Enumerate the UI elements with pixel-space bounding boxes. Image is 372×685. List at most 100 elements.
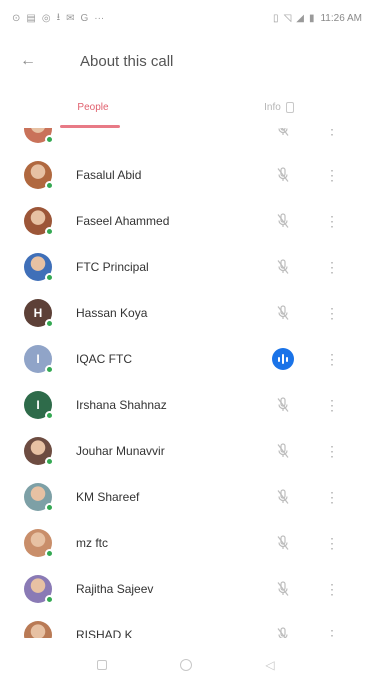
tab-info-label: Info — [264, 101, 281, 113]
more-options-icon[interactable]: ⋮ — [322, 439, 342, 463]
more-options-icon[interactable]: ⋮ — [322, 577, 342, 601]
presence-dot — [45, 319, 54, 328]
google-icon: G — [80, 12, 89, 24]
participant-name: KM Shareef — [76, 490, 140, 504]
presence-dot — [45, 503, 54, 512]
system-nav-bar: ◁ — [0, 645, 372, 685]
avatar: H — [24, 299, 54, 328]
signal-icon: ◢ — [296, 12, 304, 24]
presence-dot — [45, 227, 54, 236]
audio-level-bar — [278, 356, 280, 362]
participant-list: ⋮ Fasalul Abid ⋮ Faseel Ahammed ⋮ FTC Princip… — [0, 128, 372, 638]
more-options-icon[interactable]: ⋮ — [322, 163, 342, 187]
more-options-icon[interactable]: ⋮ — [322, 301, 342, 325]
avatar: I — [24, 345, 54, 374]
avatar — [24, 128, 54, 144]
participant-row[interactable]: Rajitha Sajeev ⋮ — [0, 566, 372, 612]
page-title: About this call — [80, 52, 174, 70]
tab-people[interactable]: People — [0, 86, 186, 128]
app-bar: ← About this call — [0, 36, 372, 86]
participant-name: Fasalul Abid — [76, 168, 142, 182]
mic-off-icon[interactable] — [272, 256, 294, 278]
tab-info[interactable]: Info — [186, 86, 372, 128]
presence-dot — [45, 549, 54, 558]
participant-name: mz ftc — [76, 536, 108, 550]
speaking-indicator-icon[interactable] — [272, 348, 294, 370]
recents-button[interactable] — [90, 653, 114, 677]
avatar — [24, 529, 54, 558]
info-icon — [285, 101, 294, 113]
mic-off-icon[interactable] — [272, 440, 294, 462]
home-button[interactable] — [174, 653, 198, 677]
mic-off-icon[interactable] — [272, 302, 294, 324]
more-options-icon[interactable]: ⋮ — [322, 531, 342, 555]
avatar-initial: I — [36, 398, 40, 412]
whatsapp-icon: ◎ — [41, 12, 51, 24]
presence-dot — [45, 273, 54, 282]
system-back-button[interactable]: ◁ — [258, 653, 282, 677]
download-icon: ⭳ — [56, 11, 61, 23]
participant-row[interactable]: I Irshana Shahnaz ⋮ — [0, 382, 372, 428]
more-options-icon[interactable]: ⋮ — [322, 347, 342, 371]
participant-row[interactable]: Jouhar Munavvir ⋮ — [0, 428, 372, 474]
more-options-icon[interactable]: ⋮ — [322, 209, 342, 233]
avatar — [24, 207, 54, 236]
mic-off-icon[interactable] — [272, 128, 294, 140]
mic-off-icon[interactable] — [272, 578, 294, 600]
status-bar-right: ▯ ◹ ◢ ▮ 11:26 AM — [273, 13, 362, 24]
status-time: 11:26 AM — [320, 12, 362, 24]
mic-off-icon[interactable] — [272, 486, 294, 508]
message-icon: ▤ — [26, 12, 36, 24]
participant-name: IQAC FTC — [76, 352, 132, 366]
wifi-icon: ◹ — [283, 12, 292, 24]
mic-off-icon[interactable] — [272, 164, 294, 186]
vibrate-icon: ▯ — [273, 12, 279, 24]
recents-icon — [97, 660, 107, 670]
participant-row[interactable]: H Hassan Koya ⋮ — [0, 290, 372, 336]
participant-row[interactable]: KM Shareef ⋮ — [0, 474, 372, 520]
home-icon — [180, 659, 192, 671]
participant-row[interactable]: Fasalul Abid ⋮ — [0, 152, 372, 198]
participant-row[interactable]: RISHAD K ⋮ — [0, 612, 372, 638]
participant-row[interactable]: mz ftc ⋮ — [0, 520, 372, 566]
back-triangle-icon: ◁ — [265, 658, 275, 672]
participant-name: Hassan Koya — [76, 306, 148, 320]
more-options-icon[interactable]: ⋮ — [322, 255, 342, 279]
avatar — [24, 621, 52, 638]
participant-name: FTC Principal — [76, 260, 149, 274]
audio-level-bar — [286, 356, 288, 362]
more-options-icon[interactable]: ⋮ — [322, 623, 342, 639]
presence-dot — [45, 135, 54, 144]
avatar — [24, 161, 54, 190]
mic-off-icon[interactable] — [272, 210, 294, 232]
avatar: I — [24, 391, 54, 420]
avatar — [24, 253, 54, 282]
status-bar-left: ⊙ ▤ ◎ ⭳ ✉ G ··· — [12, 10, 104, 27]
mic-off-icon[interactable] — [272, 394, 294, 416]
mic-off-icon[interactable] — [272, 532, 294, 554]
more-options-icon[interactable]: ⋮ — [322, 393, 342, 417]
participant-row[interactable]: I IQAC FTC ⋮ — [0, 336, 372, 382]
presence-dot — [45, 181, 54, 190]
mic-off-icon[interactable] — [272, 624, 294, 638]
avatar — [24, 575, 54, 604]
participant-name: Rajitha Sajeev — [76, 582, 154, 596]
participant-name: Irshana Shahnaz — [76, 398, 167, 412]
participant-name: Jouhar Munavvir — [76, 444, 165, 458]
more-options-icon[interactable]: ⋮ — [322, 128, 342, 141]
avatar — [24, 437, 54, 466]
participant-row[interactable]: Faseel Ahammed ⋮ — [0, 198, 372, 244]
avatar-initial: H — [33, 306, 43, 320]
mail-icon: ✉ — [66, 12, 75, 24]
status-right-icons: ▯ ◹ ◢ ▮ — [273, 13, 314, 24]
back-arrow-icon[interactable]: ← — [0, 36, 56, 86]
tab-bar: People Info — [0, 86, 372, 128]
avatar — [24, 483, 54, 512]
status-bar: ⊙ ▤ ◎ ⭳ ✉ G ··· ▯ ◹ ◢ ▮ 11:26 AM — [0, 0, 372, 36]
more-icon: ··· — [94, 12, 105, 24]
participant-row[interactable]: FTC Principal ⋮ — [0, 244, 372, 290]
notification-icon: ⊙ — [12, 12, 21, 24]
participant-row[interactable]: ⋮ — [0, 128, 372, 152]
more-options-icon[interactable]: ⋮ — [322, 485, 342, 509]
presence-dot — [45, 457, 54, 466]
